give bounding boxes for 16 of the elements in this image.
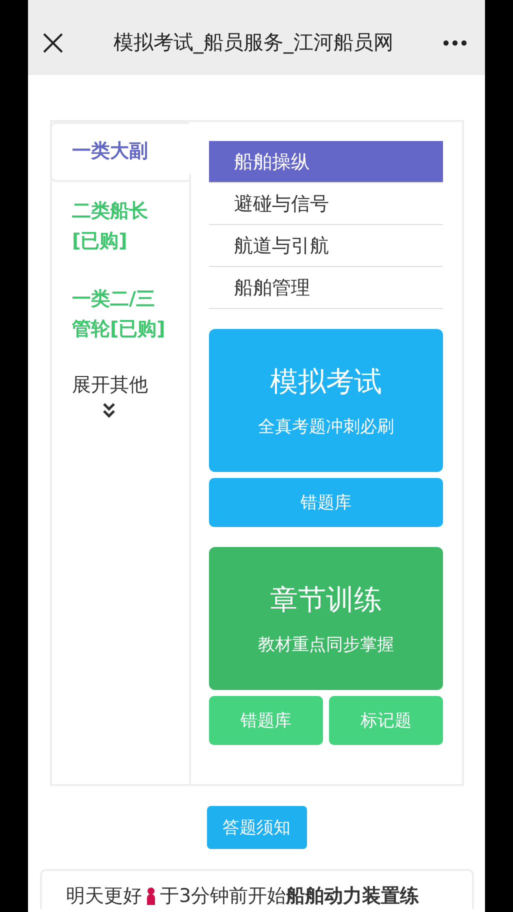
expand-more-button[interactable]: 展开其他 — [52, 358, 189, 418]
category-tab[interactable]: 一类大副 — [50, 122, 189, 182]
wrong-questions-button[interactable]: 错题库 — [209, 696, 323, 745]
page-title: 模拟考试_船员服务_江河船员网 — [114, 29, 394, 56]
chapter-training-button[interactable]: 章节训练 教材重点同步掌握 — [209, 547, 443, 690]
wrong-questions-button[interactable]: 错题库 — [209, 478, 443, 527]
double-chevron-down-icon — [102, 402, 116, 418]
subject-item[interactable]: 船舶操纵 — [209, 141, 443, 183]
close-icon[interactable] — [42, 32, 64, 54]
user-name: 明天更好 — [66, 884, 142, 909]
more-icon[interactable] — [443, 40, 467, 46]
instructions-button[interactable]: 答题须知 — [206, 806, 306, 849]
person-icon — [146, 887, 156, 905]
activity-message: 于3分钟前开始船舶动力装置练 — [160, 884, 420, 909]
marked-questions-button[interactable]: 标记题 — [329, 696, 443, 745]
mock-exam-button[interactable]: 模拟考试 全真考题冲刺必刷 — [209, 329, 443, 472]
